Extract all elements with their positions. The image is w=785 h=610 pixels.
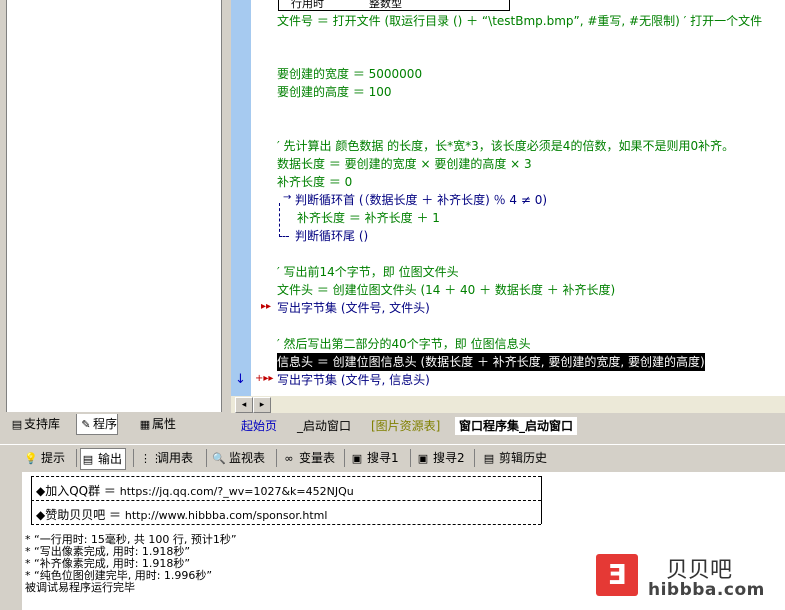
tab-window-assembly[interactable]: 窗口程序集_启动窗口	[455, 417, 578, 435]
tab-watch[interactable]: 🔍 监视表	[212, 448, 265, 468]
watch-icon: 🔍	[212, 452, 226, 465]
code-line[interactable]: 数据长度 ＝ 要创建的宽度 × 要创建的高度 × 3	[277, 155, 532, 173]
library-icon: ▤	[11, 418, 23, 431]
toolbar-separator	[474, 449, 475, 467]
current-line-arrow-icon: ↓	[235, 372, 246, 387]
scroll-right-button[interactable]: ▸	[253, 397, 271, 413]
loop-start-line[interactable]: 判断循环首 (（数据长度 ＋ 补齐长度) ％ 4 ≠ 0)	[295, 191, 547, 209]
code-line[interactable]: 文件头 ＝ 创建位图文件头 (14 ＋ 40 ＋ 数据长度 ＋ 补齐长度)	[277, 281, 615, 299]
box-border-top	[31, 476, 541, 478]
toolbar-separator	[344, 449, 345, 467]
code-line[interactable]: 要创建的宽度 ＝ 5000000	[277, 65, 422, 83]
tab-call-table[interactable]: ⋮⋮调用表	[140, 448, 193, 468]
output-line: 被调试易程序运行完毕	[25, 581, 135, 594]
tab-output[interactable]: ▤ 输出	[80, 448, 127, 470]
editor-gutter: ↓	[231, 0, 251, 396]
toolbar-separator	[276, 449, 277, 467]
qq-group-link[interactable]: https://jq.qq.com/?_wv=1027&k=452NJQu	[120, 485, 354, 498]
tab-image-resources[interactable]: [图片资源表]	[371, 417, 440, 435]
scroll-left-button[interactable]: ◂	[235, 397, 253, 413]
bottom-panel-tabs: 💡 提示 ▤ 输出 ⋮⋮调用表 🔍 监视表 ∞ 变量表 ▣ 搜寻1 ▣ 搜寻2 ▤ 剪辑历史	[0, 444, 785, 471]
tab-hint[interactable]: 💡 提示	[24, 448, 65, 468]
tab-search2[interactable]: ▣ 搜寻2	[416, 448, 465, 468]
output-icon: ▤	[82, 453, 94, 466]
tab-program[interactable]: ✎ 程序	[76, 414, 119, 435]
box-border-right	[541, 476, 543, 524]
call-table-icon: ⋮⋮	[140, 452, 162, 465]
code-comment[interactable]: ′ 写出前14个字节，即 位图文件头	[277, 263, 459, 281]
loop-guide-corner	[279, 236, 289, 238]
qq-group-line: ◆加入QQ群 ＝ https://jq.qq.com/?_wv=1027&k=4…	[36, 484, 354, 498]
sponsor-link[interactable]: http://www.hibbba.com/sponsor.html	[125, 509, 328, 522]
code-comment[interactable]: ′ 先计算出 颜色数据 的长度，长*宽*3，该长度必须是4的倍数，如果不是则用0…	[277, 137, 734, 155]
property-icon: ▦	[139, 418, 151, 431]
breakpoint-call-arrow-icon: +▸▸	[255, 373, 274, 384]
variable-icon: ∞	[284, 452, 294, 465]
tab-start-page[interactable]: 起始页	[241, 417, 277, 435]
tab-property[interactable]: ▦ 属性	[136, 414, 176, 434]
tab-startup-window[interactable]: _启动窗口	[297, 417, 351, 435]
code-line[interactable]: 文件号 ＝ 打开文件 (取运行目录 () ＋ “\testBmp.bmp”, #…	[277, 12, 762, 30]
loop-end-line[interactable]: 判断循环尾 ()	[295, 227, 368, 245]
project-tree[interactable]	[6, 0, 222, 412]
tab-variables[interactable]: ∞ 变量表	[282, 448, 335, 468]
code-line[interactable]: 补齐长度 ＝ 0	[277, 173, 352, 191]
program-icon: ✎	[81, 418, 91, 431]
horizontal-scrollbar[interactable]: ◂ ▸	[231, 396, 785, 413]
code-line[interactable]: 要创建的高度 ＝ 100	[277, 83, 392, 101]
toolbar-separator	[410, 449, 411, 467]
sponsor-line: ◆赞助贝贝吧 ＝ http://www.hibbba.com/sponsor.h…	[36, 508, 328, 522]
toolbar-separator	[76, 449, 77, 467]
code-editor[interactable]: 行用时 整数型 文件号 ＝ 打开文件 (取运行目录 () ＋ “\testBmp…	[251, 0, 785, 396]
left-panel: ▤ 支持库 ✎ 程序 ▦ 属性	[0, 0, 228, 440]
tab-search1[interactable]: ▣ 搜寻1	[350, 448, 399, 468]
tab-clip-history[interactable]: ▤ 剪辑历史	[482, 448, 547, 468]
toolbar-separator	[133, 449, 134, 467]
toolbar-separator	[206, 449, 207, 467]
hint-icon: 💡	[24, 452, 38, 465]
code-line[interactable]: 补齐长度 ＝ 补齐长度 ＋ 1	[297, 209, 440, 227]
search1-icon: ▣	[351, 452, 363, 465]
brand-logo-icon: Ǝ	[596, 554, 638, 596]
left-panel-tabs: ▤ 支持库 ✎ 程序 ▦ 属性	[0, 414, 228, 436]
search2-icon: ▣	[417, 452, 429, 465]
watermark: Ǝ 贝贝吧 hibbba.com	[588, 552, 774, 604]
variable-table-fragment: 行用时 整数型	[278, 0, 510, 11]
loop-guide	[279, 203, 281, 237]
code-line[interactable]: 写出字节集 (文件号, 信息头)	[277, 371, 430, 389]
editor-tabs: 起始页 _启动窗口 [图片资源表] 窗口程序集_启动窗口	[231, 415, 785, 437]
tab-library[interactable]: ▤ 支持库	[8, 414, 60, 434]
call-arrow-icon: ▸▸	[261, 301, 272, 312]
output-gutter	[0, 472, 22, 610]
code-line[interactable]: 写出字节集 (文件号, 文件头)	[277, 299, 430, 317]
code-comment[interactable]: ′ 然后写出第二部分的40个字节，即 位图信息头	[277, 335, 531, 353]
selected-code-line[interactable]: 信息头 ＝ 创建位图信息头 (数据长度 ＋ 补齐长度, 要创建的宽度, 要创建的…	[277, 353, 705, 371]
watermark-url: hibbba.com	[648, 580, 765, 600]
loop-start-arrow-icon: →	[283, 192, 292, 203]
clip-history-icon: ▤	[483, 452, 495, 465]
